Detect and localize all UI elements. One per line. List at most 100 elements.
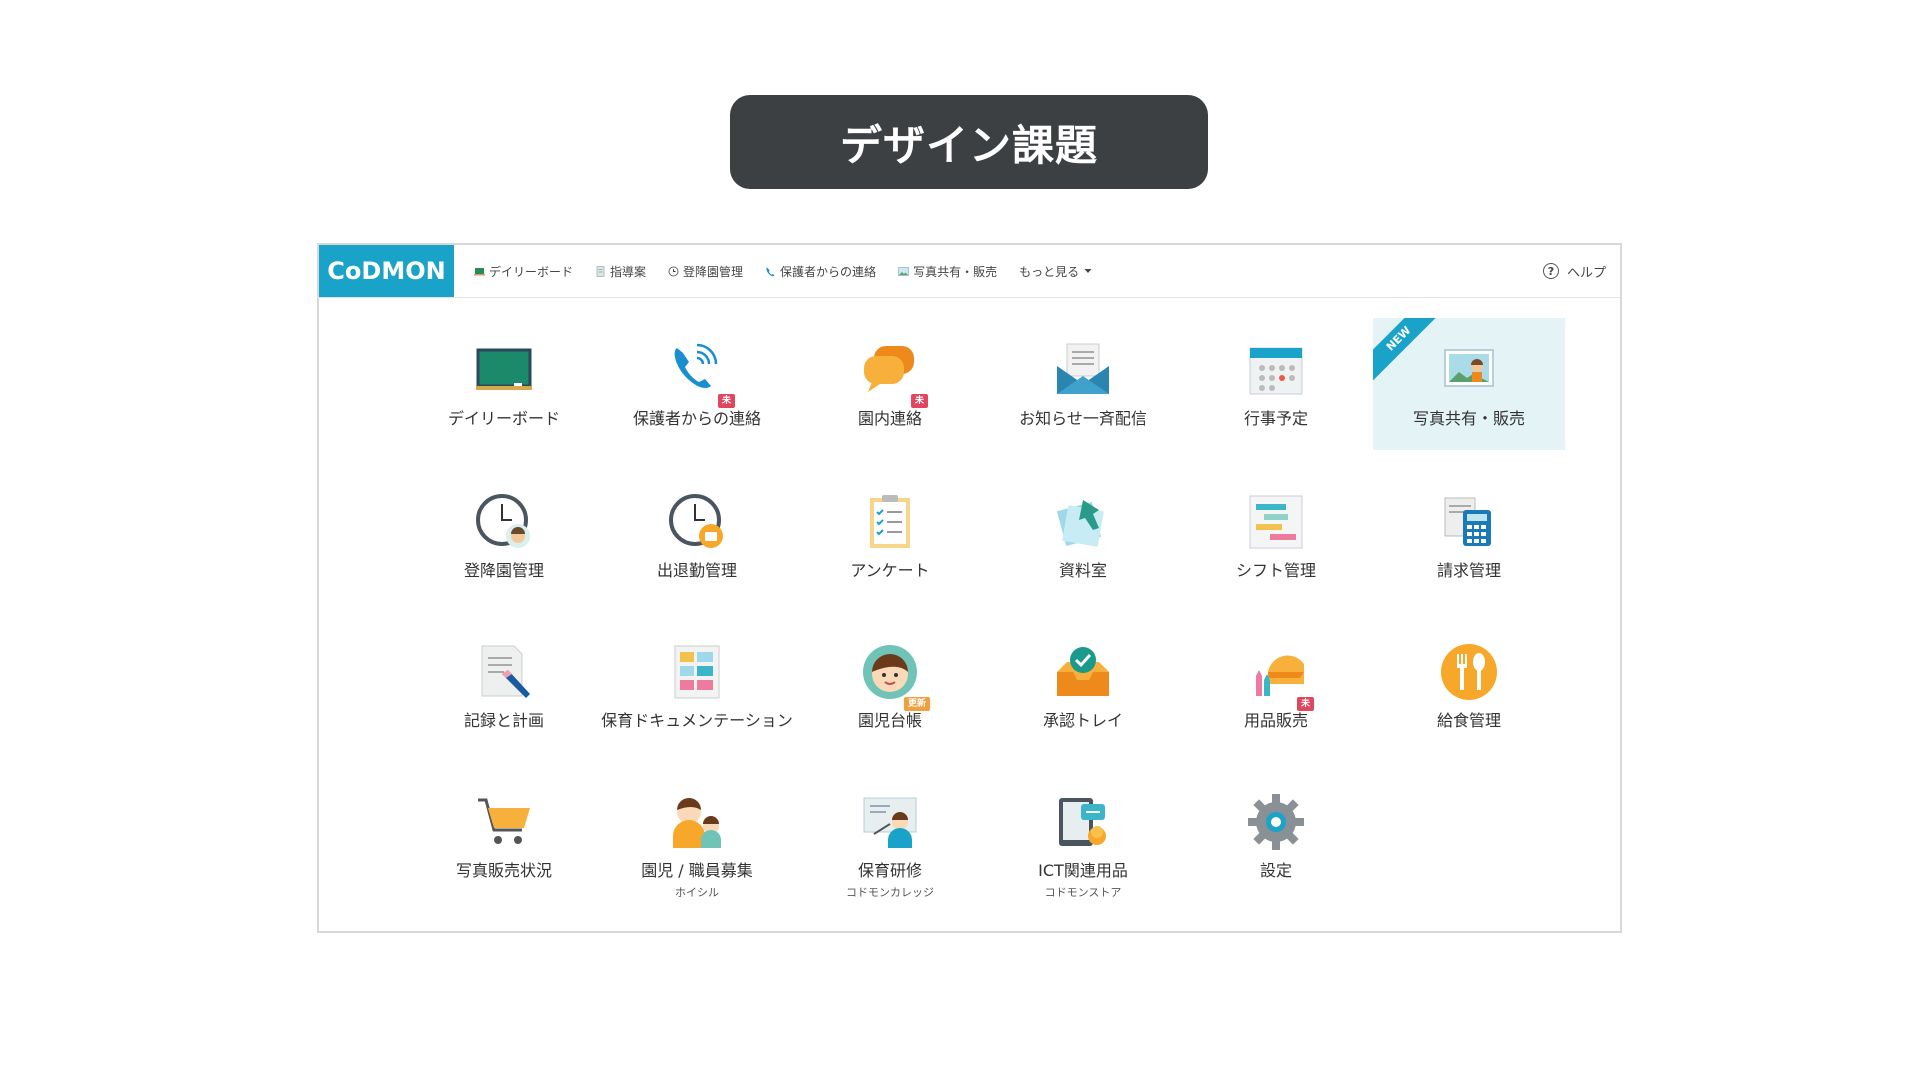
menu-billing[interactable]: 請求管理	[1373, 470, 1565, 602]
codmon-logo[interactable]: CoDMON	[319, 245, 454, 297]
unread-badge: 未	[911, 394, 929, 408]
menu-shift[interactable]: シフト管理	[1180, 470, 1372, 602]
shift-chart-icon	[1249, 495, 1303, 549]
menu-event-schedule[interactable]: 行事予定	[1180, 318, 1372, 450]
menu-label: 保育ドキュメンテーション	[601, 711, 793, 730]
menu-photo-sales-status[interactable]: 写真販売状況	[408, 770, 600, 902]
menu-label: 行事予定	[1243, 409, 1308, 428]
help-label: ヘルプ	[1566, 265, 1606, 281]
menu-library[interactable]: 資料室	[987, 470, 1179, 602]
top-navigation-bar: CoDMON デイリーボード 指導案 登降園管理 保護者からの連絡 写真共有・販…	[319, 245, 1620, 298]
menu-label: 写真販売状況	[455, 861, 552, 880]
menu-parent-contact[interactable]: 未 保護者からの連絡	[601, 318, 793, 450]
menu-label: 保護者からの連絡	[632, 409, 761, 428]
approval-tray-icon	[1057, 647, 1109, 696]
menu-label: 請求管理	[1436, 561, 1501, 580]
menu-label: お知らせ一斉配信	[1019, 409, 1147, 428]
menu-sublabel: コドモンカレッジ	[846, 886, 934, 899]
menu-child-registry[interactable]: 更新 園児台帳	[794, 620, 986, 752]
menu-approval-tray[interactable]: 承認トレイ	[987, 620, 1179, 752]
pen-note-icon	[481, 645, 530, 698]
nav-item-daily-board[interactable]: デイリーボード	[474, 263, 573, 280]
menu-meal-management[interactable]: 給食管理	[1373, 620, 1565, 752]
nav-item-guidance-plan[interactable]: 指導案	[595, 263, 646, 280]
menu-survey[interactable]: アンケート	[794, 470, 986, 602]
menu-label: 出退勤管理	[656, 561, 737, 580]
menu-label: 写真共有・販売	[1412, 409, 1525, 428]
gear-icon	[1248, 794, 1304, 850]
menu-label: シフト管理	[1235, 561, 1316, 580]
nav-label: 指導案	[610, 264, 647, 279]
clock-bag-icon	[669, 494, 723, 548]
nav-item-parent-contact[interactable]: 保護者からの連絡	[765, 263, 876, 280]
calendar-icon	[1249, 347, 1303, 395]
envelope-icon	[1057, 343, 1109, 394]
menu-internal-contact[interactable]: 未 園内連絡	[794, 318, 986, 450]
nav-item-more[interactable]: もっと見る	[1019, 263, 1092, 280]
menu-settings[interactable]: 設定	[1180, 770, 1372, 902]
menu-label: 承認トレイ	[1042, 711, 1123, 730]
clock-icon	[668, 266, 679, 276]
photo-icon	[898, 266, 909, 276]
cap-crayons-icon	[1256, 655, 1304, 696]
menu-staff-attendance[interactable]: 出退勤管理	[601, 470, 793, 602]
menu-label: ICT関連用品	[1038, 861, 1128, 880]
blackboard-icon	[476, 348, 532, 390]
caret-down-icon	[1084, 269, 1092, 273]
menu-label: 園児 / 職員募集	[641, 861, 753, 880]
nav-item-photo[interactable]: 写真共有・販売	[898, 263, 997, 280]
menu-label: 給食管理	[1436, 711, 1501, 730]
menu-label: 資料室	[1058, 561, 1107, 580]
photo-icon	[1444, 349, 1494, 387]
menu-training[interactable]: 保育研修 コドモンカレッジ	[794, 770, 986, 902]
menu-label: 保育研修	[857, 861, 922, 880]
pushpin-docs-icon	[1056, 500, 1104, 547]
menu-label: 園内連絡	[857, 409, 922, 428]
help-icon: ?	[1542, 263, 1559, 279]
nav-item-attendance[interactable]: 登降園管理	[668, 263, 743, 280]
nav-menu: デイリーボード 指導案 登降園管理 保護者からの連絡 写真共有・販売 もっと見る	[474, 263, 1114, 280]
unread-badge: 未	[1297, 697, 1315, 711]
nav-label: 写真共有・販売	[913, 264, 998, 279]
help-link[interactable]: ? ヘルプ	[1542, 245, 1606, 297]
menu-broadcast-notice[interactable]: お知らせ一斉配信	[987, 318, 1179, 450]
menu-photo-share[interactable]: NEW 写真共有・販売	[1373, 318, 1565, 450]
board-icon	[474, 267, 485, 275]
menu-ict-goods[interactable]: ICT関連用品 コドモンストア	[987, 770, 1179, 902]
nav-label: もっと見る	[1019, 264, 1080, 279]
menu-label: 登降園管理	[463, 561, 544, 580]
menu-goods-sales[interactable]: 未 用品販売	[1180, 620, 1372, 752]
menu-recruitment[interactable]: 園児 / 職員募集 ホイシル	[601, 770, 793, 902]
nav-label: デイリーボード	[489, 264, 574, 279]
document-icon	[596, 265, 605, 277]
slide-title: デザイン課題	[730, 95, 1208, 189]
teacher-icon	[863, 797, 917, 848]
clock-child-icon	[476, 494, 530, 548]
menu-sublabel: コドモンストア	[1044, 886, 1122, 899]
app-window: CoDMON デイリーボード 指導案 登降園管理 保護者からの連絡 写真共有・販…	[317, 243, 1622, 933]
menu-documentation[interactable]: 保育ドキュメンテーション	[601, 620, 793, 752]
menu-label: デイリーボード	[447, 409, 560, 428]
phone-icon	[766, 267, 775, 276]
update-badge: 更新	[904, 697, 931, 711]
menu-label: アンケート	[850, 561, 930, 580]
menu-attendance[interactable]: 登降園管理	[408, 470, 600, 602]
new-ribbon: NEW	[1373, 318, 1444, 384]
menu-label: 用品販売	[1243, 711, 1308, 730]
menu-daily-board[interactable]: デイリーボード	[408, 318, 600, 450]
nav-label: 保護者からの連絡	[780, 264, 877, 279]
unread-badge: 未	[718, 394, 736, 408]
nav-label: 登降園管理	[683, 264, 744, 279]
menu-sublabel: ホイシル	[675, 886, 719, 899]
calculator-icon	[1444, 497, 1491, 546]
tablet-icon	[1059, 798, 1106, 846]
people-icon	[673, 798, 721, 848]
menu-label: 園児台帳	[857, 711, 922, 730]
fork-spoon-icon	[1441, 644, 1497, 700]
documentation-icon	[674, 645, 720, 699]
chat-bubbles-icon	[864, 346, 914, 392]
menu-label: 設定	[1259, 861, 1292, 880]
clipboard-icon	[870, 495, 910, 548]
menu-records-plans[interactable]: 記録と計画	[408, 620, 600, 752]
menu-label: 記録と計画	[463, 711, 544, 730]
